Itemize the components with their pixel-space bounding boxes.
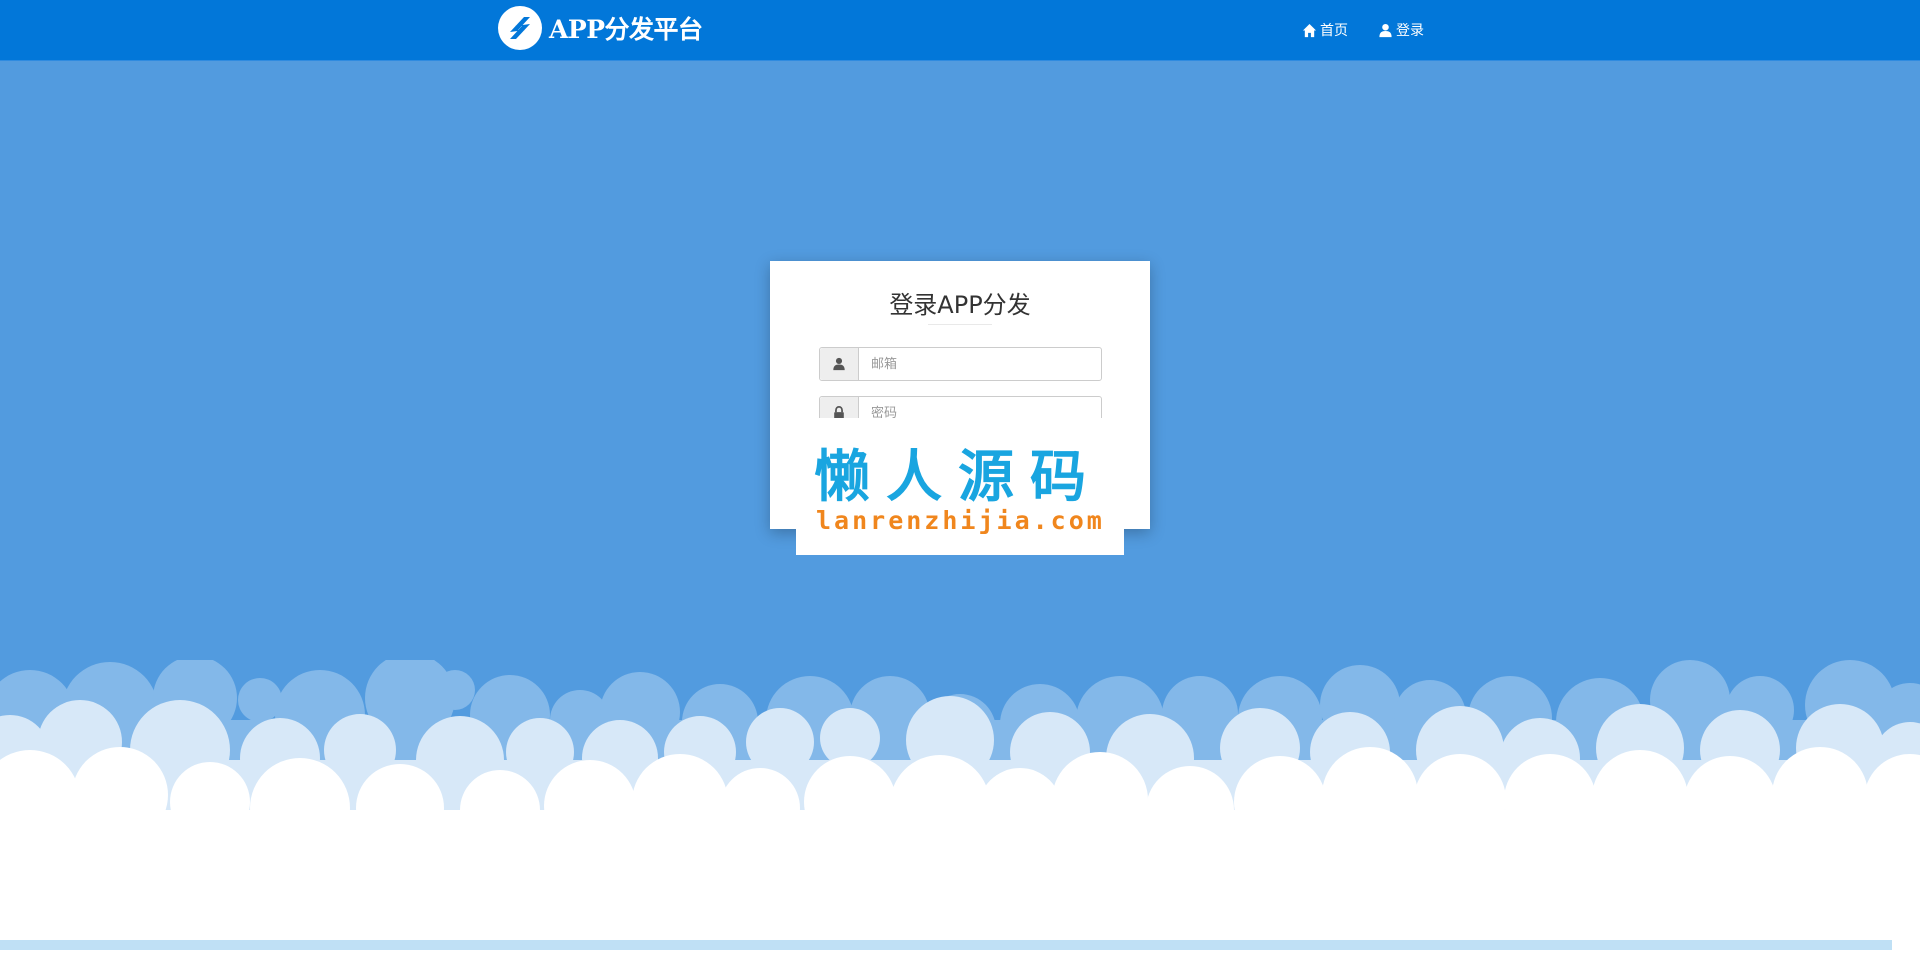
top-navbar: APP分发平台 首页 登录 xyxy=(0,0,1920,61)
home-icon xyxy=(1302,23,1317,37)
logo-icon xyxy=(498,6,542,50)
nav-home-label: 首页 xyxy=(1320,23,1348,39)
watermark-overlay: 懒人源码 lanrenzhijia.com xyxy=(796,418,1124,555)
watermark-url: lanrenzhijia.com xyxy=(816,506,1105,535)
user-icon xyxy=(833,357,845,371)
brand-name: APP分发平台 xyxy=(549,15,703,44)
nav-home-link[interactable]: 首页 xyxy=(1302,20,1348,40)
footer-strip xyxy=(0,940,1892,950)
email-addon xyxy=(820,348,859,380)
title-divider xyxy=(928,324,992,325)
brand-logo[interactable]: APP分发平台 xyxy=(497,3,703,53)
nav-login-label: 登录 xyxy=(1396,23,1424,39)
nav-login-link[interactable]: 登录 xyxy=(1378,20,1424,40)
watermark-text: 懒人源码 xyxy=(814,444,1102,510)
user-icon xyxy=(1379,23,1392,37)
clouds-decoration xyxy=(0,660,1920,961)
email-field[interactable] xyxy=(859,348,1101,380)
login-title: 登录APP分发 xyxy=(889,291,1031,319)
email-input-group xyxy=(819,347,1102,381)
